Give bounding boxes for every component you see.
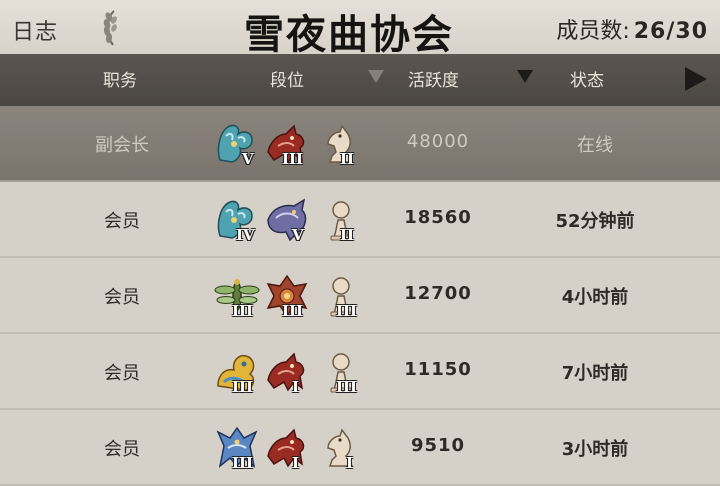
- member-activity: 12700: [404, 283, 472, 304]
- guild-title: 雪夜曲协会: [244, 12, 454, 58]
- member-role: 会员: [104, 211, 140, 232]
- table-row[interactable]: 副会长 V III II 48000 在线: [0, 106, 720, 182]
- purple-dragon-icon: V: [264, 198, 310, 244]
- rank-badges: III I III: [214, 350, 364, 396]
- red-beast-icon: I: [264, 426, 310, 472]
- member-status: 4小时前: [561, 287, 629, 308]
- rank-tier: III: [232, 454, 254, 472]
- teal-beast-icon: V: [214, 122, 260, 168]
- teal-beast-icon: IV: [214, 198, 260, 244]
- table-row[interactable]: 会员 IV V II 18560 52分钟前: [0, 182, 720, 258]
- column-header-activity[interactable]: 活跃度: [408, 66, 459, 91]
- pawn-piece-icon: II: [318, 198, 364, 244]
- pawn-piece-icon: III: [318, 274, 364, 320]
- rank-tier: I: [346, 454, 354, 472]
- log-button[interactable]: 日志: [12, 14, 58, 46]
- rank-badges: III III III: [214, 274, 364, 320]
- table-row[interactable]: 会员 III I III 11150 7小时前: [0, 334, 720, 410]
- member-role: 会员: [104, 439, 140, 460]
- member-status: 在线: [577, 135, 613, 156]
- member-role: 会员: [104, 363, 140, 384]
- member-role: 会员: [104, 287, 140, 308]
- rank-badges: IV V II: [214, 198, 364, 244]
- rank-tier: III: [232, 302, 254, 320]
- next-page-arrow-icon[interactable]: [685, 67, 707, 91]
- rank-tier: II: [340, 150, 355, 168]
- table-row[interactable]: 会员 III I I 9510 3小时前: [0, 410, 720, 486]
- member-role: 副会长: [95, 135, 149, 156]
- member-count-label: 成员数:: [556, 19, 630, 44]
- member-status: 3小时前: [561, 439, 629, 460]
- member-activity: 48000: [406, 131, 470, 152]
- member-activity: 9510: [410, 435, 466, 456]
- rank-tier: V: [292, 226, 304, 244]
- rank-tier: III: [282, 150, 304, 168]
- horse-piece-icon: II: [318, 122, 364, 168]
- rank-tier: III: [232, 378, 254, 396]
- sort-rank-icon[interactable]: [368, 70, 384, 83]
- laurel-icon: [103, 10, 117, 46]
- column-header-status[interactable]: 状态: [570, 66, 604, 91]
- gold-beast-icon: III: [214, 350, 260, 396]
- rank-tier: V: [242, 150, 254, 168]
- member-count: 成员数: 26/30: [556, 13, 708, 45]
- rank-tier: III: [336, 378, 358, 396]
- rank-tier: I: [292, 378, 300, 396]
- horse-piece-icon: I: [318, 426, 364, 472]
- pawn-piece-icon: III: [318, 350, 364, 396]
- member-activity: 18560: [404, 207, 472, 228]
- rank-tier: III: [282, 302, 304, 320]
- table-header: 职务 段位 活跃度 状态: [0, 54, 720, 108]
- rank-badges: V III II: [214, 122, 364, 168]
- blue-dragon-icon: III: [214, 426, 260, 472]
- member-count-value: 26/30: [633, 19, 708, 44]
- sort-activity-icon[interactable]: [517, 70, 533, 83]
- column-header-rank[interactable]: 段位: [270, 66, 304, 91]
- member-status: 52分钟前: [555, 211, 635, 232]
- rank-tier: II: [340, 226, 355, 244]
- rank-tier: III: [336, 302, 358, 320]
- top-bar: 日志 雪夜曲协会 成员数: 26/30: [0, 0, 720, 58]
- red-dragon-icon: III: [264, 274, 310, 320]
- rank-tier: I: [292, 454, 300, 472]
- green-dragonfly-icon: III: [214, 274, 260, 320]
- table-row[interactable]: 会员 III III III 12700 4小时前: [0, 258, 720, 334]
- member-activity: 11150: [404, 359, 472, 380]
- column-header-role[interactable]: 职务: [103, 66, 137, 91]
- member-status: 7小时前: [561, 363, 629, 384]
- rank-badges: III I I: [214, 426, 364, 472]
- red-beast-icon: III: [264, 122, 310, 168]
- red-beast-icon: I: [264, 350, 310, 396]
- rank-tier: IV: [236, 226, 255, 244]
